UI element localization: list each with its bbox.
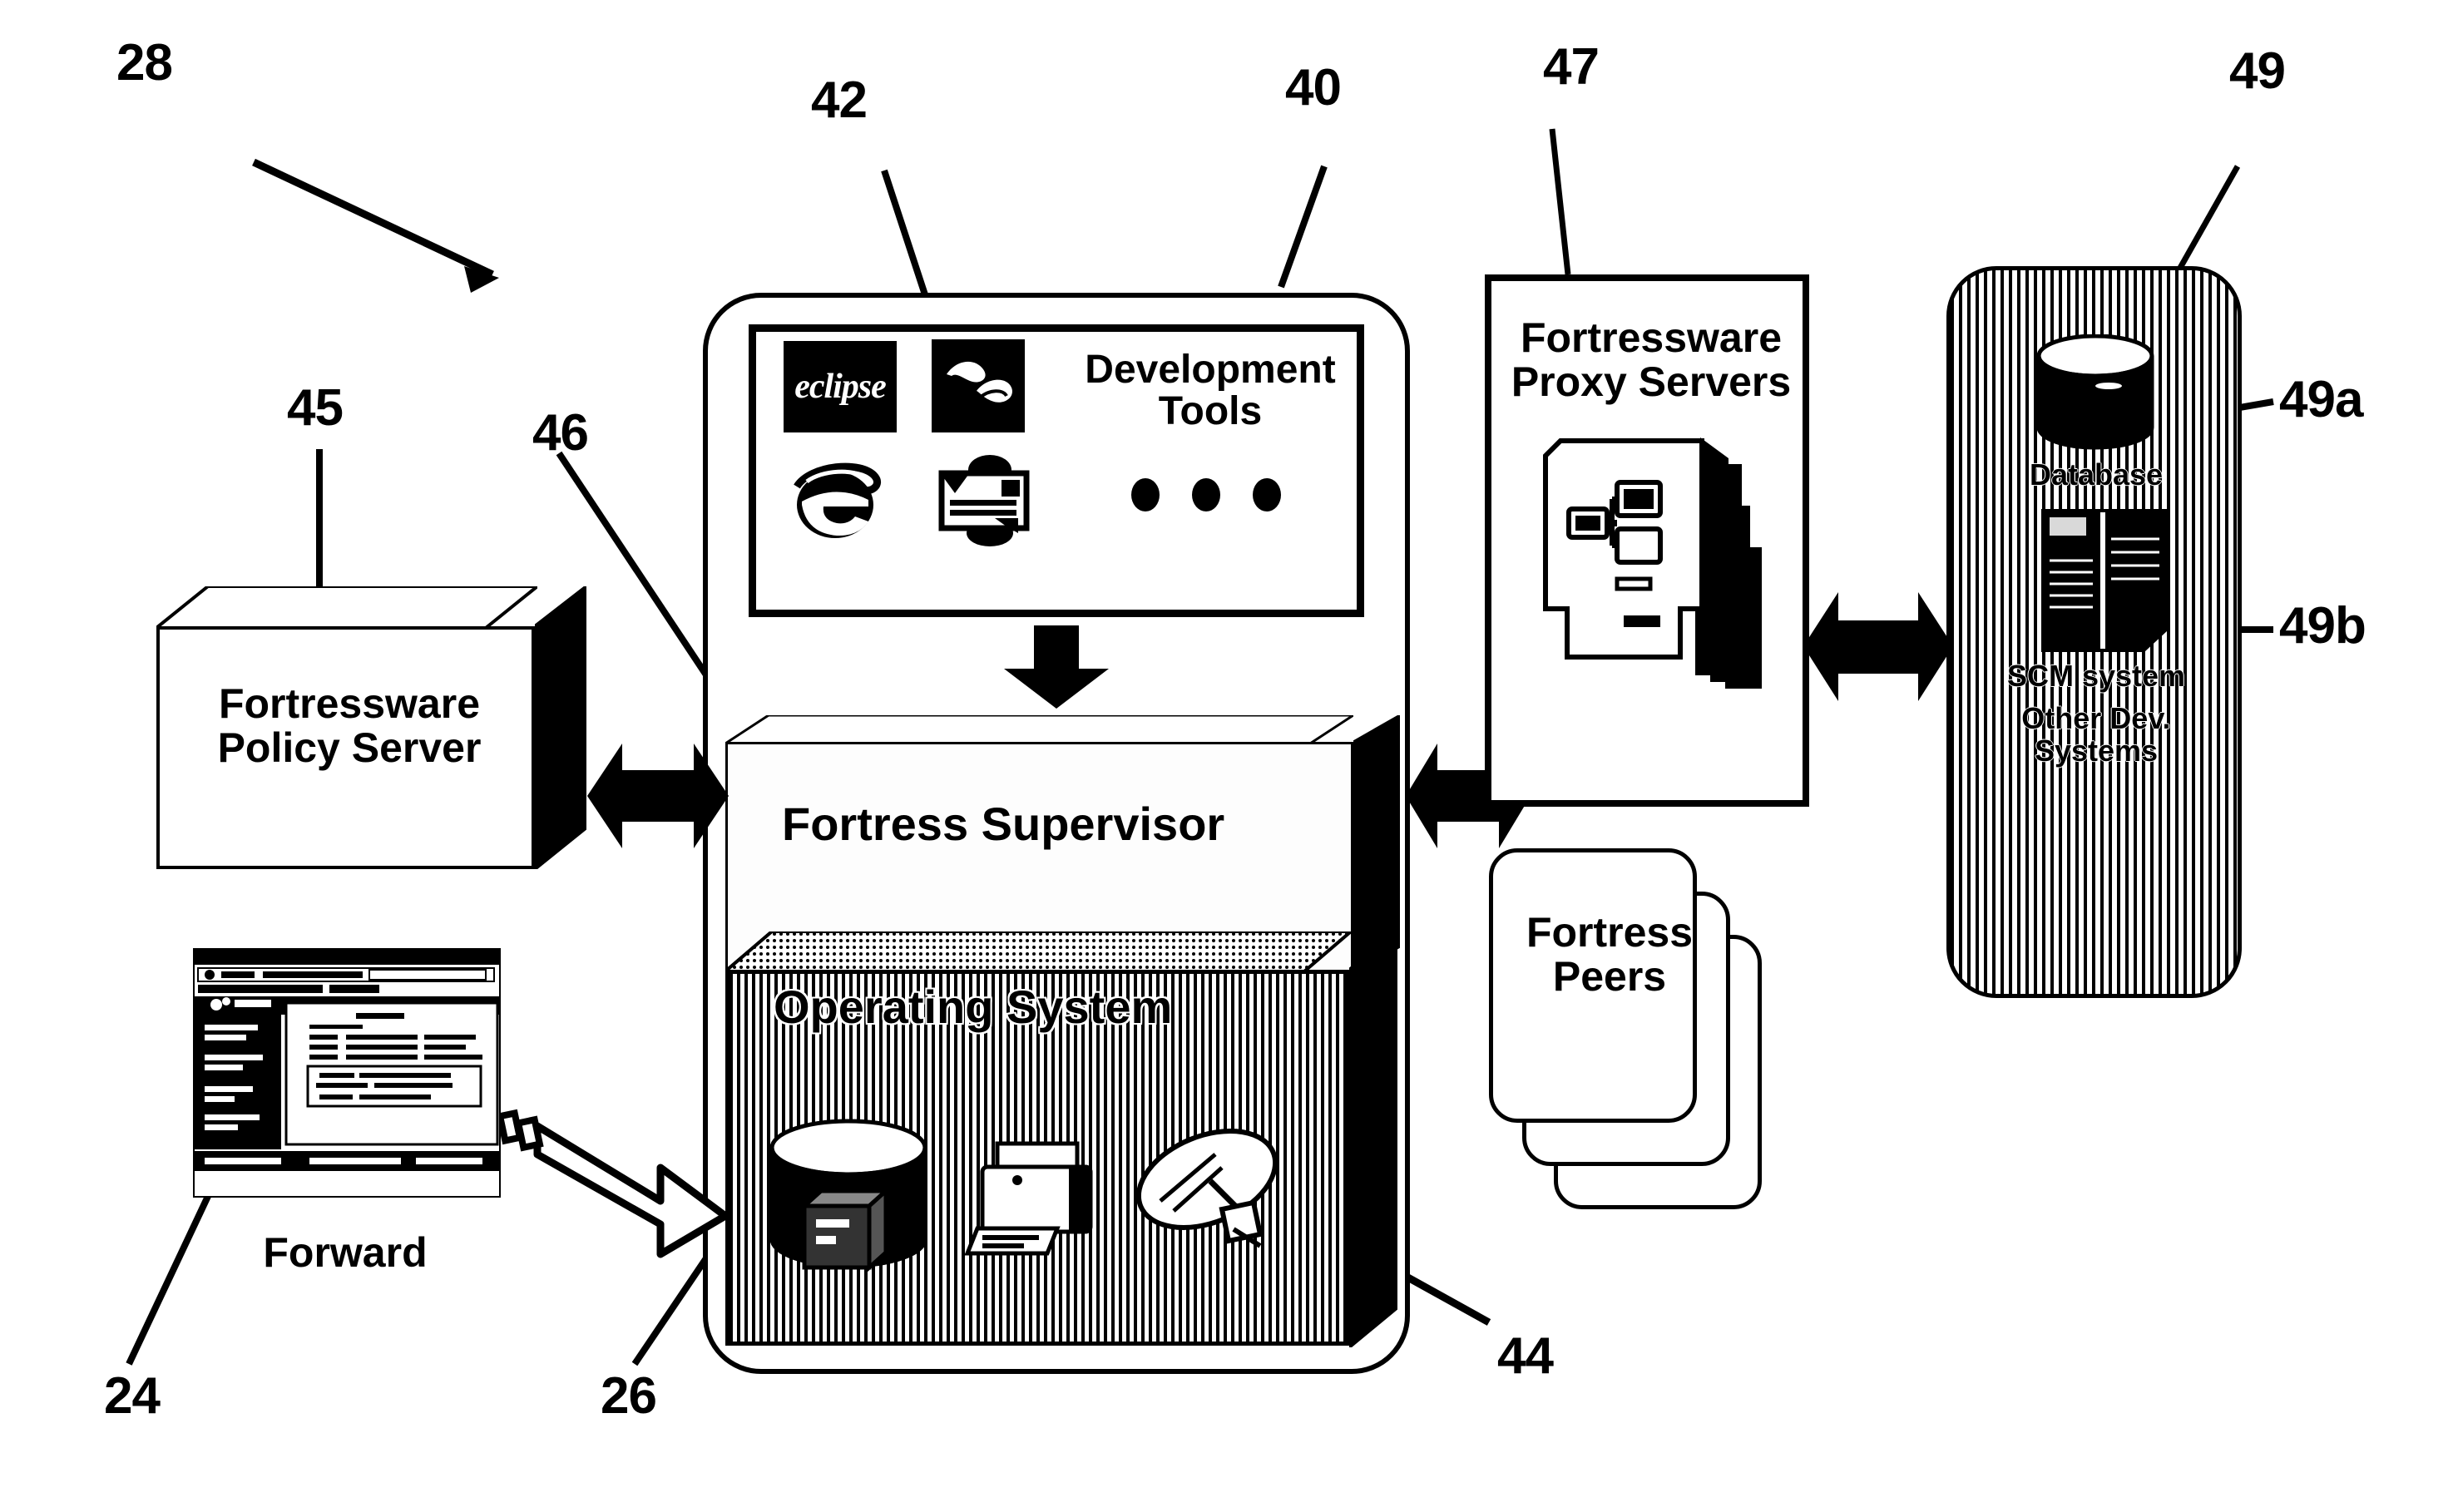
document-tool-icon[interactable] [930,453,1038,546]
database-icon [2035,334,2156,451]
reference-42: 42 [811,72,868,129]
arrow-proxy-to-external [1803,582,1953,711]
proxy-servers-label: Fortressware Proxy Servers [1511,314,1792,405]
fortress-peers-label: Fortress Peers [1526,909,1694,1000]
reference-49a: 49a [2279,371,2363,428]
fortress-peers-stack [1489,848,1763,1214]
database-label: Database [2029,457,2164,492]
reference-24: 24 [104,1367,161,1425]
reference-26: 26 [601,1367,657,1425]
printer-icon [964,1141,1093,1256]
forward-client-window[interactable] [191,946,502,1199]
scm-system-icon [2038,506,2171,655]
operating-system-icons [769,1114,1285,1306]
scm-system-label: SCM system [2006,659,2186,693]
arrow-client-to-os [496,1108,750,1266]
stacked-servers-icon [1531,416,1780,690]
arrow-policy-to-supervisor [587,734,729,858]
ellipsis-dot [1253,478,1281,511]
reference-46: 46 [532,404,589,462]
reference-28: 28 [116,34,173,91]
policy-server-label: Fortressware Policy Server [217,680,482,771]
swoosh-logo-icon[interactable] [932,339,1025,432]
reference-44: 44 [1497,1327,1554,1385]
development-tools-heading: Development Tools [1085,348,1336,434]
ellipsis-dot [1192,478,1220,511]
patent-figure: 28 42 40 47 49 45 46 49a 49b 24 26 44 De… [0,0,2458,1512]
ellipsis-dot [1131,478,1160,511]
os-storage-icon [769,1119,927,1272]
fortress-supervisor-label: Fortress Supervisor [782,798,1225,850]
arrow-devtools-to-supervisor [1002,625,1110,709]
reference-49: 49 [2229,42,2286,100]
reference-47: 47 [1543,38,1600,96]
forward-label: Forward [263,1229,428,1276]
reference-45: 45 [287,379,344,437]
eclipse-logo-icon[interactable]: eclipse [784,341,897,432]
satellite-dish-icon [1135,1129,1278,1248]
operating-system-label: Operating System [774,981,1173,1033]
reference-49b: 49b [2279,597,2367,655]
eclipse-logo-text: eclipse [794,368,887,406]
other-dev-systems-label: Other Dev. Systems [2021,701,2171,768]
development-tools-ellipsis [1131,478,1281,511]
reference-40: 40 [1285,59,1342,116]
internet-explorer-icon[interactable] [782,453,890,545]
